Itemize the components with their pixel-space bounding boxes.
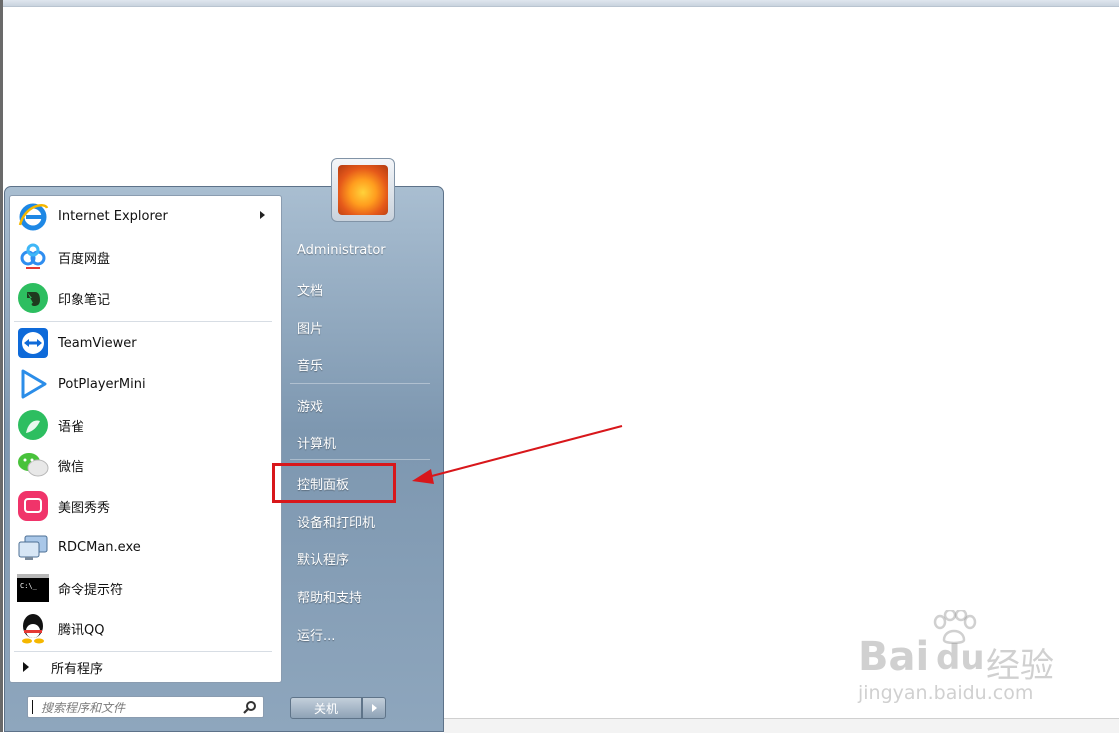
watermark-product: 经验 — [986, 646, 1054, 686]
baidu-jingyan-watermark: Bai du 经验 jingyan.baidu.com — [858, 610, 1068, 710]
watermark-brand: Bai — [858, 634, 930, 680]
watermark-brand-du: du — [936, 638, 985, 678]
watermark-url: jingyan.baidu.com — [858, 682, 1034, 704]
